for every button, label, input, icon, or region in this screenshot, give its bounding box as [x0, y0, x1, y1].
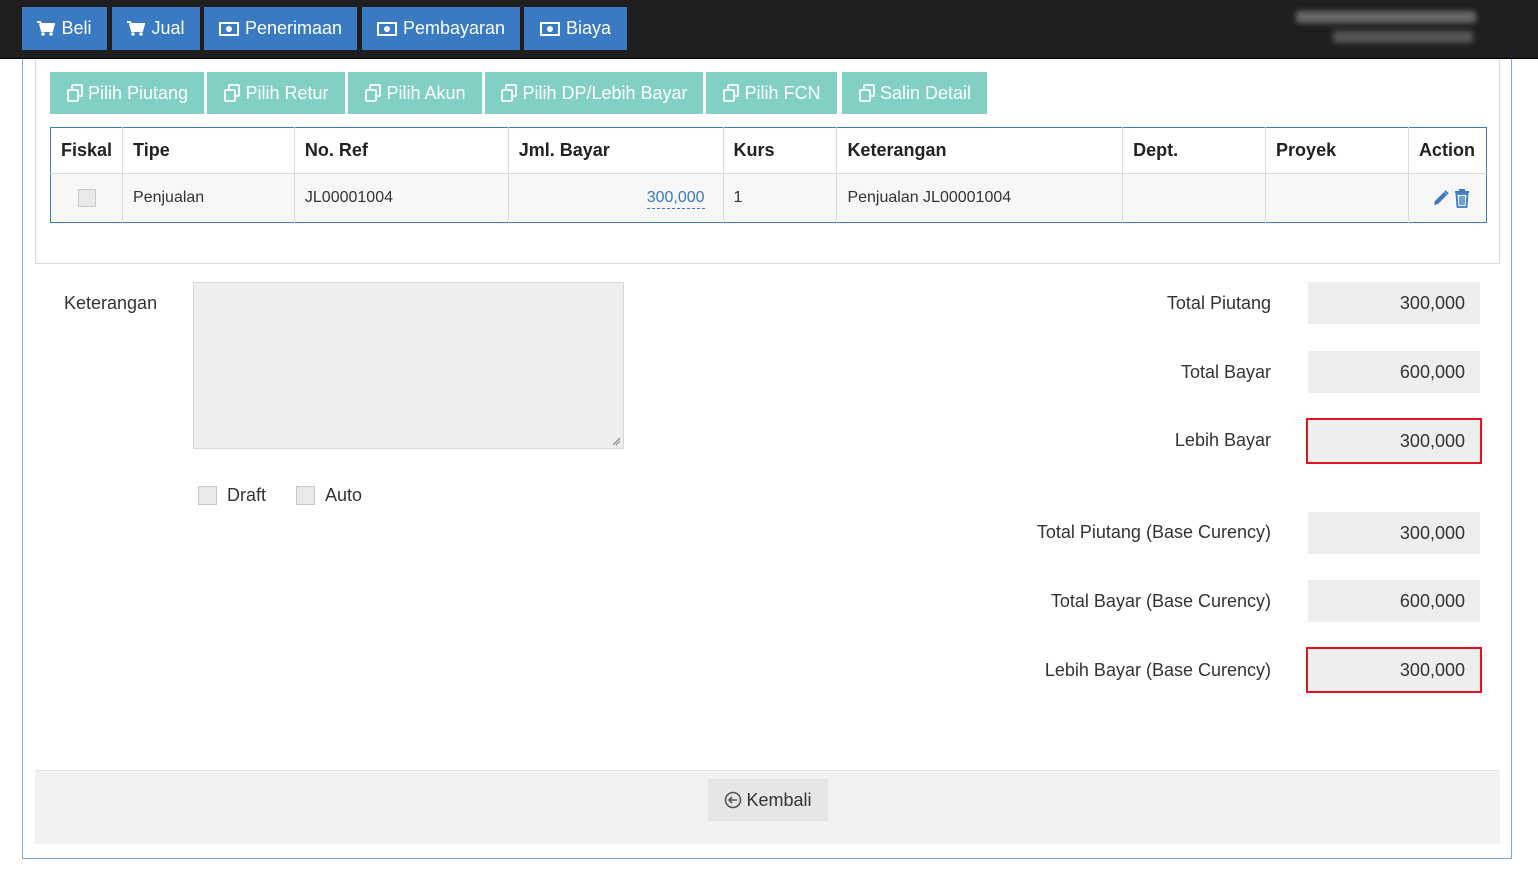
- resize-grip-icon[interactable]: [611, 436, 621, 446]
- col-header-fiskal[interactable]: Fiskal: [50, 127, 124, 174]
- cell-proyek: [1265, 173, 1409, 223]
- total-bayar-base-field: 600,000: [1308, 580, 1480, 622]
- cell-keterangan: Penjualan JL00001004: [836, 173, 1124, 223]
- copy-icon: [365, 84, 382, 102]
- cell-jml-bayar: 300,000: [508, 173, 724, 223]
- nav-jual-label: Jual: [151, 18, 185, 38]
- cart-icon: [127, 20, 146, 36]
- table-header-row: Fiskal Tipe No. Ref Jml. Bayar Kurs Kete…: [50, 127, 1487, 174]
- main-panel: Pilih Piutang Pilih Retur Pilih Akun Pil…: [22, 59, 1512, 859]
- nav-penerimaan-button[interactable]: Penerimaan: [204, 7, 357, 50]
- col-header-dept[interactable]: Dept.: [1122, 127, 1267, 174]
- pilih-fcn-button[interactable]: Pilih FCN: [706, 72, 837, 114]
- cell-no-ref: JL00001004: [294, 173, 509, 223]
- copy-icon: [859, 84, 875, 102]
- nav-beli-button[interactable]: Beli: [22, 7, 107, 50]
- pilih-dp-button[interactable]: Pilih DP/Lebih Bayar: [485, 72, 703, 114]
- cell-fiskal: [50, 173, 124, 223]
- total-bayar-label: Total Bayar: [1180, 362, 1271, 382]
- table-row: Penjualan JL00001004 300,000 1 Penjualan…: [50, 173, 1487, 223]
- pilih-retur-button[interactable]: Pilih Retur: [207, 72, 345, 114]
- auto-label: Auto: [325, 485, 363, 505]
- pilih-fcn-label: Pilih FCN: [744, 82, 821, 103]
- copy-icon: [501, 84, 518, 102]
- pilih-dp-label: Pilih DP/Lebih Bayar: [522, 82, 688, 103]
- draft-checkbox-group[interactable]: Draft: [198, 485, 266, 506]
- nav-beli-label: Beli: [61, 18, 92, 38]
- user-info-blurred[interactable]: [1288, 8, 1478, 48]
- keterangan-textarea[interactable]: [193, 282, 624, 449]
- col-header-keterangan[interactable]: Keterangan: [836, 127, 1124, 174]
- col-header-no-ref[interactable]: No. Ref: [294, 127, 509, 174]
- keterangan-label: Keterangan: [64, 293, 158, 313]
- salin-detail-button[interactable]: Salin Detail: [842, 72, 987, 114]
- money-icon: [539, 21, 560, 36]
- total-bayar-base-label: Total Bayar (Base Curency): [1050, 591, 1271, 611]
- cell-tipe: Penjualan: [122, 173, 295, 223]
- money-icon: [218, 21, 239, 36]
- lebih-bayar-base-label: Lebih Bayar (Base Curency): [1044, 660, 1271, 680]
- nav-penerimaan-label: Penerimaan: [244, 18, 343, 38]
- col-header-tipe[interactable]: Tipe: [122, 127, 295, 174]
- nav-jual-button[interactable]: Jual: [112, 7, 200, 50]
- trash-icon[interactable]: [1454, 188, 1470, 208]
- draft-checkbox[interactable]: [198, 486, 217, 505]
- nav-pembayaran-button[interactable]: Pembayaran: [362, 7, 520, 50]
- auto-checkbox-group[interactable]: Auto: [296, 485, 362, 506]
- fiskal-checkbox[interactable]: [77, 188, 96, 207]
- col-header-kurs[interactable]: Kurs: [723, 127, 838, 174]
- kembali-label: Kembali: [746, 789, 812, 810]
- pilih-piutang-label: Pilih Piutang: [87, 82, 189, 103]
- copy-icon: [224, 84, 241, 102]
- cell-kurs: 1: [723, 173, 838, 223]
- nav-biaya-button[interactable]: Biaya: [524, 7, 627, 50]
- kembali-button[interactable]: Kembali: [708, 779, 828, 821]
- copy-icon: [67, 84, 83, 102]
- pilih-retur-label: Pilih Retur: [245, 82, 329, 103]
- cell-action: [1408, 173, 1487, 223]
- top-navbar: Beli Jual Penerimaan Pembayaran Biaya: [0, 0, 1538, 59]
- cart-icon: [37, 20, 56, 36]
- copy-icon: [723, 84, 740, 102]
- cell-dept: [1122, 173, 1267, 223]
- detail-section: Pilih Piutang Pilih Retur Pilih Akun Pil…: [35, 59, 1500, 264]
- total-bayar-field: 600,000: [1308, 351, 1480, 393]
- pilih-akun-button[interactable]: Pilih Akun: [348, 72, 482, 114]
- total-piutang-field: 300,000: [1308, 282, 1480, 324]
- pilih-akun-label: Pilih Akun: [386, 82, 466, 103]
- detail-table: Fiskal Tipe No. Ref Jml. Bayar Kurs Kete…: [50, 127, 1487, 223]
- auto-checkbox[interactable]: [296, 486, 315, 505]
- money-icon: [376, 21, 397, 36]
- pilih-piutang-button[interactable]: Pilih Piutang: [50, 72, 204, 114]
- col-header-jml-bayar[interactable]: Jml. Bayar: [508, 127, 724, 174]
- jml-bayar-editable[interactable]: 300,000: [646, 189, 705, 209]
- col-header-action: Action: [1408, 127, 1487, 174]
- form-footer: Kembali: [35, 770, 1500, 844]
- total-piutang-base-label: Total Piutang (Base Curency): [1036, 522, 1271, 542]
- total-piutang-label: Total Piutang: [1166, 293, 1271, 313]
- nav-pembayaran-label: Pembayaran: [402, 18, 506, 38]
- salin-detail-label: Salin Detail: [879, 82, 972, 103]
- edit-pencil-icon[interactable]: [1432, 189, 1450, 207]
- draft-label: Draft: [227, 485, 267, 505]
- lebih-bayar-base-field: 300,000: [1306, 647, 1482, 693]
- nav-biaya-label: Biaya: [565, 18, 612, 38]
- arrow-left-circle-icon: [725, 791, 742, 809]
- lebih-bayar-label: Lebih Bayar: [1174, 430, 1271, 450]
- total-piutang-base-field: 300,000: [1308, 512, 1480, 554]
- col-header-proyek[interactable]: Proyek: [1265, 127, 1409, 174]
- lebih-bayar-field: 300,000: [1306, 418, 1482, 464]
